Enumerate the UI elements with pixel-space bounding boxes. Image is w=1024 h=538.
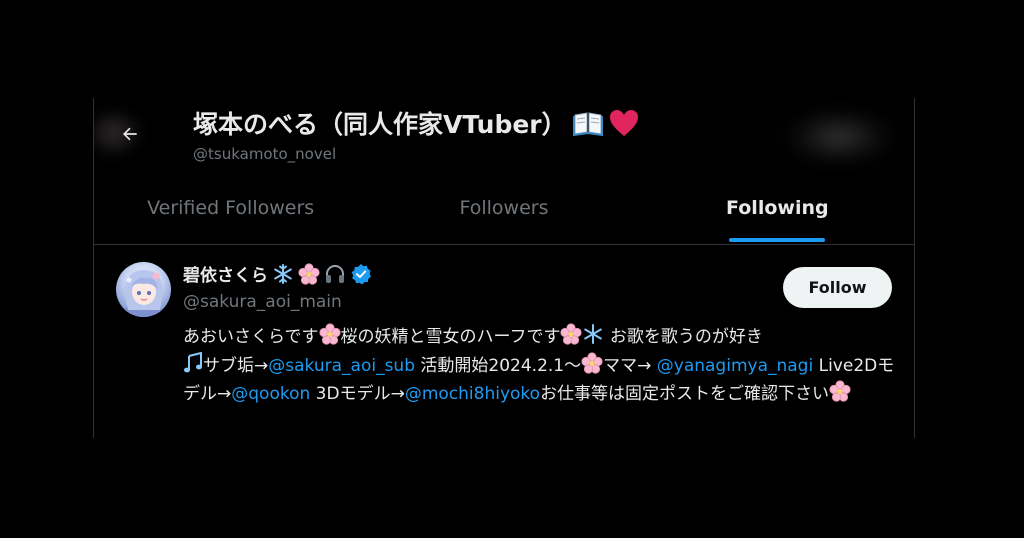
bio-text: 3Dモデル→ <box>310 384 405 404</box>
tab-label: Following <box>726 197 829 219</box>
bio-text: ママ→ <box>603 355 657 376</box>
bio-text: 活動開始2024.2.1〜 <box>415 355 582 376</box>
open-book-icon <box>572 112 603 136</box>
profile-handle: @tsukamoto_novel <box>193 145 337 163</box>
tab-following[interactable]: Following <box>641 180 914 244</box>
user-name-row: 碧依さくら <box>183 261 372 286</box>
red-heart-icon <box>609 110 638 136</box>
user-handle[interactable]: @sakura_aoi_main <box>183 292 342 312</box>
follow-button[interactable]: Follow <box>783 267 892 308</box>
musical-notes-icon <box>184 351 202 372</box>
bio-mention-link[interactable]: @yanagimya_nagi <box>657 356 813 376</box>
back-button[interactable] <box>112 116 148 152</box>
tab-followers[interactable]: Followers <box>367 180 640 244</box>
cherry-blossom-icon <box>298 262 320 285</box>
snowflake-icon <box>584 324 603 344</box>
tab-bar: Verified Followers Followers Following <box>94 180 914 245</box>
bio-text: あおいさくらです <box>183 327 319 347</box>
bio-text: サブ垢→ <box>203 355 269 376</box>
arrow-left-icon <box>123 127 137 141</box>
bio-text: お歌を歌うのが好き <box>604 327 763 347</box>
active-tab-indicator <box>729 238 826 242</box>
bio-mention-link[interactable]: @mochi8hiyoko <box>405 384 540 404</box>
cherry-blossom-icon <box>318 323 341 345</box>
bio-text: お仕事等は固定ポストをご確認下さい <box>540 384 830 404</box>
avatar-illustration <box>119 270 167 317</box>
following-panel: 塚本のべる（同人作家VTuber） @tsukamoto_novel Verif… <box>93 98 915 438</box>
tab-label: Followers <box>459 197 549 219</box>
headphones-icon <box>326 264 344 283</box>
user-bio: あおいさくらです 桜の妖精と雪女のハーフです お歌を歌うのが好きサブ垢→@saku… <box>183 323 895 409</box>
profile-name: 塚本のべる（同人作家VTuber） <box>193 110 567 139</box>
verified-badge-icon <box>351 263 371 284</box>
blurred-button-right <box>784 110 894 164</box>
bio-mention-link[interactable]: @qookon <box>231 384 310 404</box>
tab-verified-followers[interactable]: Verified Followers <box>94 180 367 244</box>
user-name[interactable]: 碧依さくら <box>183 261 268 286</box>
tab-label: Verified Followers <box>147 197 315 219</box>
cherry-blossom-icon <box>829 380 851 402</box>
bio-text: 桜の妖精と雪女のハーフです <box>340 327 561 347</box>
snowflake-icon <box>274 263 292 284</box>
avatar[interactable] <box>116 262 171 317</box>
cherry-blossom-icon <box>560 323 583 345</box>
user-cell[interactable]: 碧依さくら @sakura_aoi_main Follow あおいさくらです 桜… <box>94 245 914 438</box>
cherry-blossom-icon <box>581 351 603 374</box>
profile-title: 塚本のべる（同人作家VTuber） <box>193 105 639 141</box>
bio-mention-link[interactable]: @sakura_aoi_sub <box>268 356 415 376</box>
